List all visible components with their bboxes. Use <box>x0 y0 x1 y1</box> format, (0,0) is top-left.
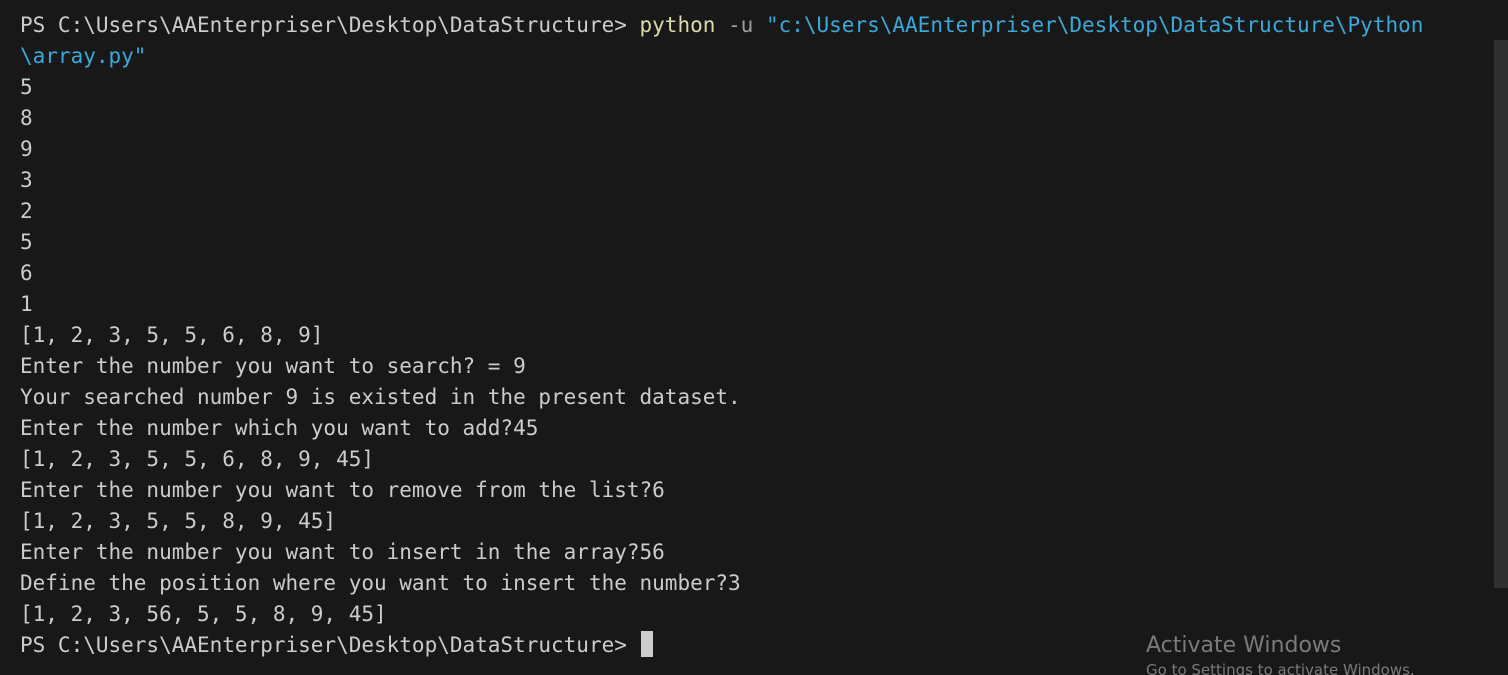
final-prompt: PS C:\Users\AAEnterpriser\Desktop\DataSt… <box>20 633 627 657</box>
output-line: [1, 2, 3, 5, 5, 6, 8, 9, 45] <box>20 447 375 471</box>
output-line: [1, 2, 3, 5, 5, 6, 8, 9] <box>20 323 324 347</box>
command-prompt: PS C:\Users\AAEnterpriser\Desktop\DataSt… <box>20 13 640 37</box>
watermark-title: Activate Windows <box>1146 633 1342 658</box>
output-line: 1 <box>20 292 33 316</box>
output-line: 8 <box>20 106 33 130</box>
output-line: Your searched number 9 is existed in the… <box>20 385 741 409</box>
output-line: [1, 2, 3, 56, 5, 5, 8, 9, 45] <box>20 602 387 626</box>
output-line: 2 <box>20 199 33 223</box>
command-path-continuation: \array.py" <box>20 44 147 68</box>
output-line: 5 <box>20 230 33 254</box>
activate-windows-watermark: Activate Windows Go to Settings to activ… <box>1146 632 1415 675</box>
output-line: Enter the number you want to search? = 9 <box>20 354 526 378</box>
terminal-panel[interactable]: PS C:\Users\AAEnterpriser\Desktop\DataSt… <box>0 0 1508 675</box>
output-line: 5 <box>20 75 33 99</box>
command-flag: -u <box>715 13 766 37</box>
output-line: 3 <box>20 168 33 192</box>
output-line: Enter the number which you want to add?4… <box>20 416 539 440</box>
output-line: Enter the number you want to insert in t… <box>20 540 665 564</box>
command-program: python <box>639 13 716 37</box>
output-line: Define the position where you want to in… <box>20 571 741 595</box>
command-path: "c:\Users\AAEnterpriser\Desktop\DataStru… <box>765 13 1424 37</box>
command-line: PS C:\Users\AAEnterpriser\Desktop\DataSt… <box>20 10 1508 41</box>
text-cursor <box>640 631 653 657</box>
output-line: [1, 2, 3, 5, 5, 8, 9, 45] <box>20 509 337 533</box>
watermark-subtitle: Go to Settings to activate Windows. <box>1146 661 1415 675</box>
output-line: 9 <box>20 137 33 161</box>
terminal-scrollbar[interactable] <box>1494 40 1508 588</box>
output-line: Enter the number you want to remove from… <box>20 478 665 502</box>
output-line: 6 <box>20 261 33 285</box>
